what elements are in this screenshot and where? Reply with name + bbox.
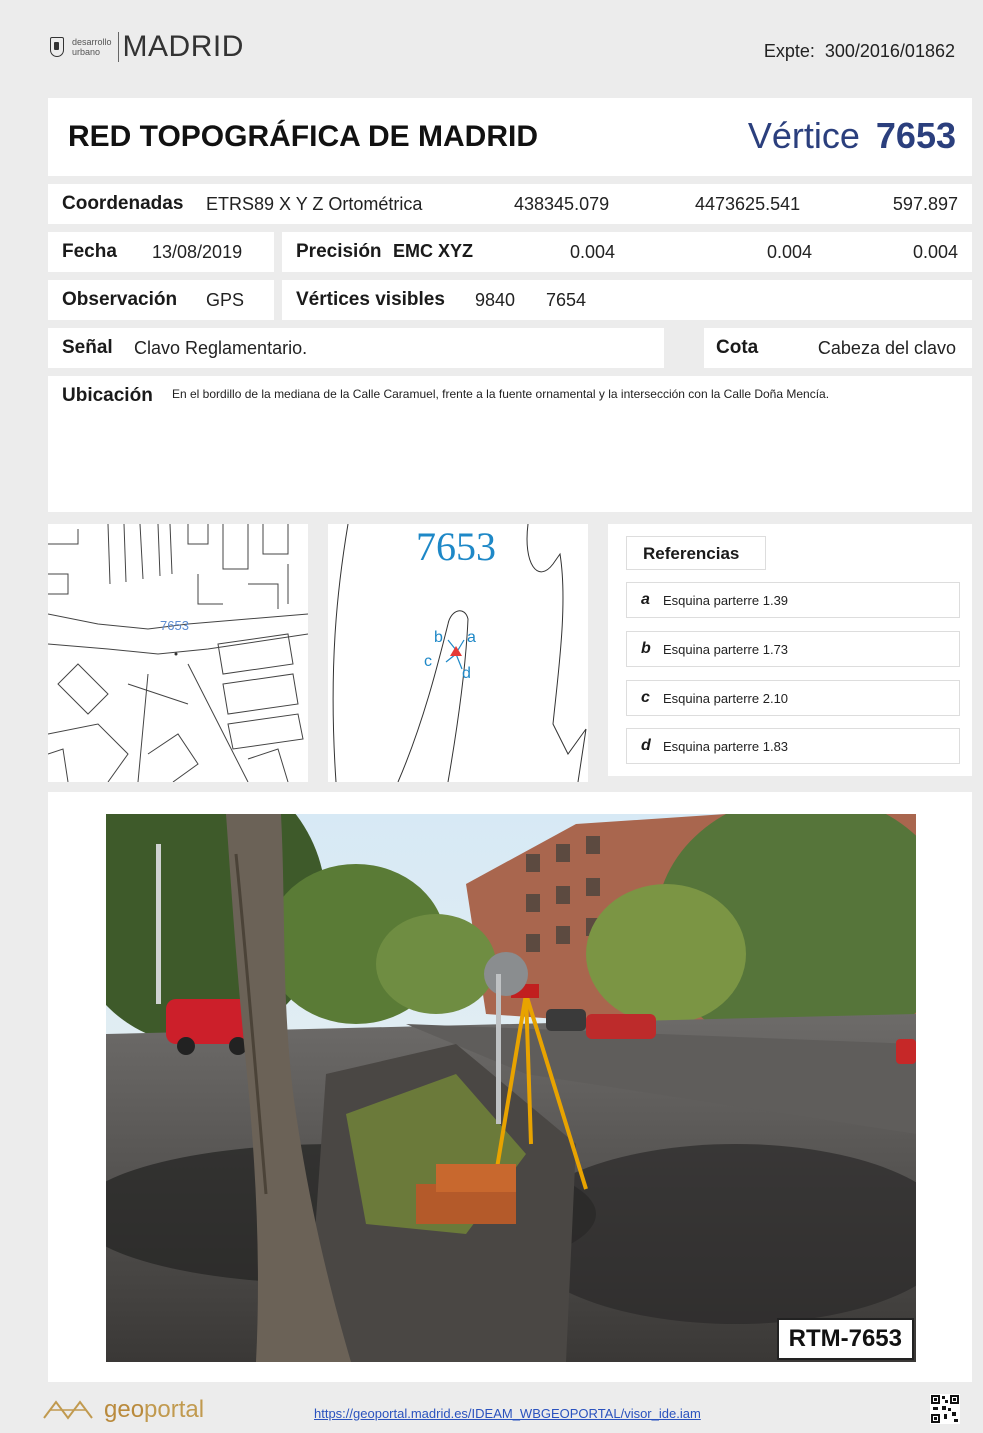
referencias-panel: Referencias a Esquina parterre 1.39 b Es… (608, 524, 972, 776)
geoportal-link[interactable]: https://geoportal.madrid.es/IDEAM_WBGEOP… (314, 1406, 701, 1421)
vertice-label: Vértice (747, 115, 860, 156)
photo-caption: RTM-7653 (776, 1318, 914, 1360)
qr-code-icon (930, 1394, 960, 1424)
vertices-visibles-row: Vértices visibles 9840 7654 (282, 280, 972, 320)
street-map-drawing: 7653 (48, 524, 308, 782)
referencia-text: Esquina parterre 1.73 (663, 641, 789, 657)
fecha-row: Fecha 13/08/2019 (48, 232, 274, 272)
referencia-item: b Esquina parterre 1.73 (626, 631, 960, 667)
logo-subtitle-line2: urbano (72, 47, 101, 57)
precision-y: 0.004 (767, 242, 813, 262)
logo-divider (117, 32, 119, 62)
precision-label: Precisión (296, 241, 382, 262)
street-photo-illustration (106, 814, 916, 1362)
cota-label: Cota (716, 337, 759, 358)
logo-subtitle-line1: desarrollo (72, 37, 112, 47)
precision-z: 0.004 (912, 242, 958, 262)
observacion-row: Observación GPS (48, 280, 274, 320)
coordinate-x: 438345.079 (514, 194, 610, 214)
vertex-marker-icon (450, 646, 462, 656)
sketch-vertex-number: 7653 (416, 524, 496, 569)
cota-value: Cabeza del clavo (817, 338, 956, 358)
cota-row: Cota Cabeza del clavo (704, 328, 972, 368)
vertice-heading: Vértice 7653 (748, 115, 956, 157)
expediente: Expte: 300/2016/01862 (764, 41, 955, 62)
coordinates-row: Coordenadas ETRS89 X Y Z Ortométrica 438… (48, 184, 972, 224)
precision-system: EMC XYZ (393, 241, 474, 261)
senal-label: Señal (62, 337, 113, 358)
senal-value: Clavo Reglamentario. (134, 338, 308, 358)
referencia-key: d (641, 737, 651, 754)
map-vertex-point (174, 652, 178, 656)
sketch-point-c: c (424, 653, 432, 670)
referencia-text: Esquina parterre 2.10 (663, 690, 789, 706)
vertices-visibles-label: Vértices visibles (296, 289, 445, 310)
title-card: RED TOPOGRÁFICA DE MADRID Vértice 7653 (48, 98, 972, 176)
precision-row: Precisión EMC XYZ 0.004 0.004 0.004 (282, 232, 972, 272)
coordinate-y: 4473625.541 (695, 194, 801, 214)
referencia-item: c Esquina parterre 2.10 (626, 680, 960, 716)
referencia-item: d Esquina parterre 1.83 (626, 728, 960, 764)
sketch-point-a: a (467, 629, 476, 646)
geoportal-geo-text: geo (104, 1396, 145, 1423)
site-photo: RTM-7653 (106, 814, 916, 1362)
sketch-point-b: b (434, 629, 443, 646)
photo-card: RTM-7653 (48, 792, 972, 1382)
referencia-key: a (641, 591, 650, 608)
ubicacion-label: Ubicación (62, 385, 153, 406)
vertice-number: 7653 (875, 115, 956, 156)
vertex-visible-2: 7654 (546, 290, 587, 310)
coordinates-label: Coordenadas (62, 193, 184, 214)
coordinates-system: ETRS89 X Y Z Ortométrica (206, 194, 423, 214)
detail-sketch: 7653 b a c d (328, 524, 588, 782)
ubicacion-text: En el bordillo de la mediana de la Calle… (172, 387, 830, 401)
madrid-shield-icon (50, 37, 64, 57)
map-vertex-label: 7653 (160, 618, 189, 633)
observacion-value: GPS (206, 290, 245, 310)
location-map: 7653 (48, 524, 308, 782)
madrid-logo: desarrollo urbano MADRID (50, 30, 244, 64)
expte-label: Expte: (763, 41, 815, 61)
referencia-text: Esquina parterre 1.83 (663, 738, 789, 754)
geoportal-map-icon (43, 1400, 93, 1420)
precision-x: 0.004 (570, 242, 616, 262)
referencia-key: c (641, 689, 650, 706)
geoportal-portal-text: portal (144, 1396, 205, 1423)
fecha-label: Fecha (62, 241, 117, 262)
expte-value: 300/2016/01862 (824, 41, 955, 61)
sketch-point-d: d (462, 665, 471, 682)
logo-subtitle: desarrollo urbano (72, 37, 112, 57)
logo-text: MADRID (122, 30, 244, 63)
referencia-text: Esquina parterre 1.39 (663, 592, 789, 608)
vertex-visible-1: 9840 (475, 290, 516, 310)
fecha-value: 13/08/2019 (152, 242, 243, 262)
observacion-label: Observación (62, 289, 178, 310)
page-header: desarrollo urbano MADRID Expte: 300/2016/… (0, 0, 983, 96)
ubicacion-box: Ubicación En el bordillo de la mediana d… (48, 376, 972, 512)
sketch-drawing: 7653 b a c d (332, 524, 587, 782)
senal-row: Señal Clavo Reglamentario. (48, 328, 664, 368)
page-title: RED TOPOGRÁFICA DE MADRID (68, 120, 539, 153)
referencia-item: a Esquina parterre 1.39 (626, 582, 960, 618)
referencia-key: b (641, 640, 651, 657)
referencias-title: Referencias (626, 536, 766, 570)
geoportal-logo: geoportal (42, 1396, 204, 1424)
coordinate-z: 597.897 (892, 194, 958, 214)
